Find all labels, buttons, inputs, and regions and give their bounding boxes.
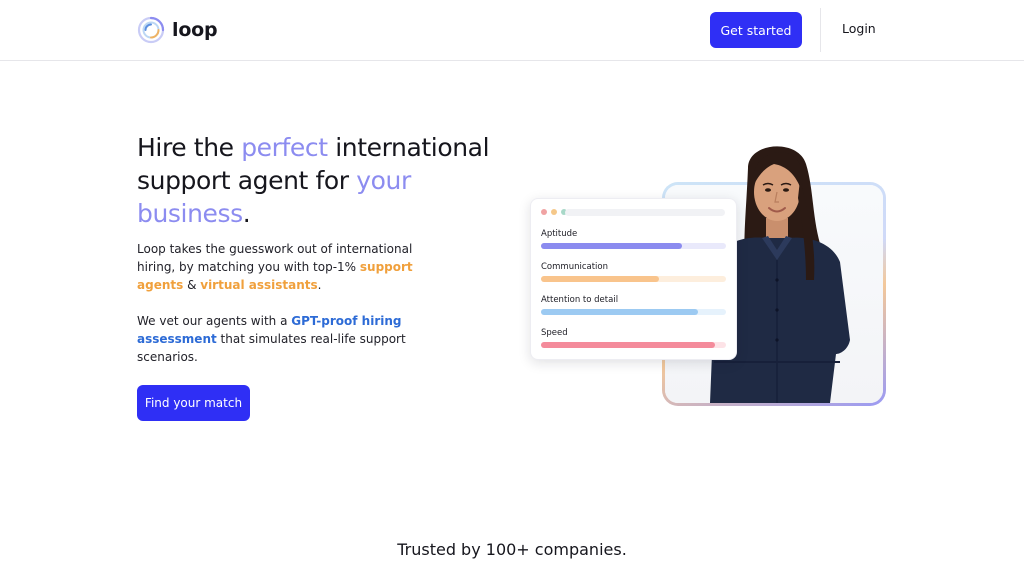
metric-fill-attention [541, 309, 699, 315]
logo-text: loop [172, 19, 218, 41]
hero-title-part1: Hire the [137, 133, 242, 162]
skills-card: Aptitude Communication Attention to deta… [530, 198, 737, 360]
metric-label-communication: Communication [541, 262, 608, 272]
header-divider [820, 8, 821, 52]
vetting-description-text: We vet our agents with a [137, 314, 292, 328]
hero-title-end: . [242, 199, 251, 228]
find-your-match-button[interactable]: Find your match [137, 385, 250, 421]
hero-description: Loop takes the guesswork out of internat… [137, 240, 437, 294]
metric-label-aptitude: Aptitude [541, 229, 578, 239]
metric-track-aptitude [541, 243, 726, 249]
hero-description-end: . [317, 278, 322, 292]
hero-description-amp: & [183, 278, 201, 292]
window-dots [541, 209, 567, 215]
trusted-by-heading: Trusted by 100+ companies. [397, 540, 627, 559]
metric-track-attention [541, 309, 726, 315]
hero-title-accent-perfect: perfect [241, 133, 328, 162]
metric-fill-aptitude [541, 243, 682, 249]
hero-title: Hire the perfect international support a… [137, 131, 497, 230]
loop-logo-icon [137, 16, 165, 44]
get-started-button[interactable]: Get started [710, 12, 802, 48]
metric-fill-communication [541, 276, 660, 282]
metric-fill-speed [541, 342, 715, 348]
vetting-description: We vet our agents with a GPT-proof hirin… [137, 312, 437, 366]
metric-track-communication [541, 276, 726, 282]
window-title-bar [565, 209, 725, 216]
metric-label-attention: Attention to detail [541, 295, 619, 305]
login-link[interactable]: Login [842, 21, 876, 36]
logo[interactable]: loop [137, 15, 218, 45]
window-dot-red [541, 209, 547, 215]
metric-track-speed [541, 342, 726, 348]
virtual-assistants-link[interactable]: virtual assistants [200, 278, 317, 292]
metric-label-speed: Speed [541, 328, 568, 338]
site-header: loop Get started Login [0, 0, 1024, 61]
window-dot-yellow [551, 209, 557, 215]
